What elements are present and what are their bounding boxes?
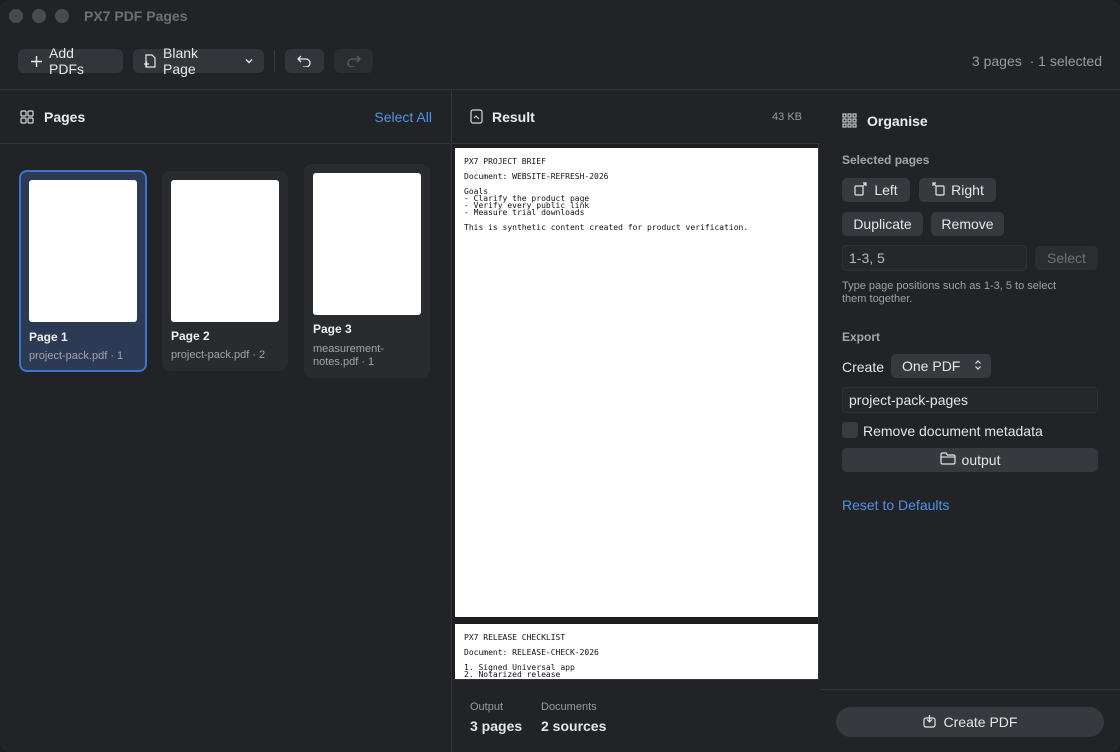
export-icon bbox=[922, 714, 936, 731]
pages-panel-header: Pages Select All bbox=[0, 91, 450, 144]
page-preview bbox=[29, 180, 137, 322]
blank-page-label: Blank Page bbox=[163, 45, 199, 77]
add-pdfs-label: Add PDFs bbox=[49, 45, 84, 77]
remove-metadata-checkbox[interactable] bbox=[842, 422, 858, 438]
result-page-preview: PX7 PROJECT BRIEF Document: WEBSITE-REFR… bbox=[455, 148, 818, 617]
chevron-down-icon[interactable] bbox=[244, 57, 254, 65]
blank-page-button[interactable]: Blank Page bbox=[133, 45, 264, 77]
select-all-link[interactable]: Select All bbox=[374, 109, 432, 125]
page-source-line: notes.pdf · 1 bbox=[313, 356, 375, 368]
output-folder-label: output bbox=[961, 452, 1001, 468]
redo-button[interactable] bbox=[334, 49, 373, 73]
result-summary: Output 3 pages Documents 2 sources bbox=[452, 679, 820, 752]
grid-icon bbox=[20, 110, 34, 127]
app-window: PX7 PDF Pages Add PDFs Blank Page 3 page… bbox=[0, 0, 1120, 752]
zoom-window-button[interactable] bbox=[55, 9, 69, 23]
remove-button[interactable]: Remove bbox=[931, 212, 1004, 236]
rotate-right-button[interactable]: Right bbox=[919, 178, 996, 202]
filename-input[interactable]: project-pack-pages bbox=[842, 387, 1098, 413]
doc-id: Document: RELEASE-CHECK-2026 bbox=[464, 648, 599, 657]
close-window-button[interactable] bbox=[9, 9, 23, 23]
result-title: Result bbox=[492, 109, 535, 125]
toolbar: PX7 PDF Pages Add PDFs Blank Page 3 page… bbox=[0, 0, 1120, 90]
window-title: PX7 PDF Pages bbox=[84, 8, 188, 24]
duplicate-button[interactable]: Duplicate bbox=[842, 212, 923, 236]
page-count: 3 pages bbox=[971, 53, 1022, 69]
blank-page-icon bbox=[143, 53, 157, 69]
page-source: project-pack.pdf · 2 bbox=[171, 349, 266, 361]
create-label: Create bbox=[842, 359, 885, 375]
create-pdf-button[interactable]: Create PDF bbox=[836, 707, 1104, 737]
create-pdf-label: Create PDF bbox=[943, 714, 1018, 730]
doc-line: - Measure trial downloads bbox=[464, 208, 585, 217]
page-source: project-pack.pdf · 1 bbox=[29, 350, 124, 362]
pages-title: Pages bbox=[44, 109, 86, 125]
page-source: measurement- notes.pdf · 1 bbox=[313, 343, 384, 369]
reset-defaults-link[interactable]: Reset to Defaults bbox=[842, 497, 949, 513]
page-thumbnail-3[interactable]: Page 3 measurement- notes.pdf · 1 bbox=[304, 164, 430, 378]
organise-grid-icon bbox=[842, 113, 857, 131]
select-range-button[interactable]: Select bbox=[1035, 246, 1098, 270]
documents-value: 2 sources bbox=[541, 718, 607, 734]
page-label: Page 1 bbox=[29, 330, 68, 344]
page-thumbnail-2[interactable]: Page 2 project-pack.pdf · 2 bbox=[162, 171, 288, 371]
rotate-left-button[interactable]: Left bbox=[842, 178, 910, 202]
rotate-left-icon bbox=[854, 181, 868, 199]
documents-label: Documents bbox=[541, 701, 597, 713]
organise-footer: Create PDF bbox=[820, 689, 1120, 752]
organise-panel: Organise Selected pages Left Right Dupli… bbox=[820, 91, 1120, 752]
folder-icon bbox=[939, 452, 956, 468]
rotate-left-label: Left bbox=[874, 182, 898, 198]
doc-note: This is synthetic content created for pr… bbox=[464, 223, 749, 232]
page-thumbnail-1[interactable]: Page 1 project-pack.pdf · 1 bbox=[19, 170, 147, 372]
file-size: 43 KB bbox=[772, 111, 802, 123]
pages-panel: Pages Select All Page 1 project-pack.pdf… bbox=[0, 91, 450, 752]
undo-icon bbox=[297, 55, 312, 67]
window-controls bbox=[9, 9, 69, 23]
page-range-input[interactable]: 1-3, 5 bbox=[842, 245, 1027, 271]
doc-title: PX7 PROJECT BRIEF bbox=[464, 157, 546, 166]
result-panel-header: Result 43 KB bbox=[452, 91, 820, 144]
doc-title: PX7 RELEASE CHECKLIST bbox=[464, 633, 566, 642]
create-mode-select[interactable]: One PDF bbox=[891, 354, 991, 378]
output-value: 3 pages bbox=[470, 718, 523, 734]
page-label: Page 2 bbox=[171, 329, 210, 343]
output-folder-button[interactable]: output bbox=[842, 448, 1098, 472]
selected-count: · 1 selected bbox=[1029, 53, 1102, 69]
add-pdfs-button[interactable]: Add PDFs bbox=[18, 45, 123, 77]
up-down-chevron-icon bbox=[974, 358, 982, 374]
page-source-line: measurement- bbox=[313, 343, 384, 355]
organise-title: Organise bbox=[867, 113, 928, 129]
export-heading: Export bbox=[842, 330, 881, 344]
page-preview bbox=[171, 180, 279, 322]
remove-metadata-label[interactable]: Remove document metadata bbox=[863, 423, 1043, 439]
page-range-hint: Type page positions such as 1-3, 5 to se… bbox=[842, 280, 1057, 305]
redo-icon bbox=[346, 55, 361, 67]
selection-summary: 3 pages · 1 selected bbox=[972, 53, 1102, 69]
output-label: Output bbox=[470, 701, 504, 713]
minimize-window-button[interactable] bbox=[32, 9, 46, 23]
result-panel: Result 43 KB PX7 PROJECT BRIEF Document:… bbox=[451, 91, 820, 752]
toolbar-divider bbox=[274, 50, 275, 72]
doc-line: 2. Notarized release bbox=[464, 670, 561, 679]
selected-pages-heading: Selected pages bbox=[842, 153, 930, 167]
rotate-right-label: Right bbox=[951, 182, 984, 198]
create-mode-value: One PDF bbox=[902, 358, 961, 374]
rotate-right-icon bbox=[931, 181, 945, 199]
page-label: Page 3 bbox=[313, 322, 352, 336]
doc-id: Document: WEBSITE-REFRESH-2026 bbox=[464, 172, 609, 181]
result-page-preview: PX7 RELEASE CHECKLIST Document: RELEASE-… bbox=[455, 624, 818, 679]
plus-icon bbox=[30, 55, 43, 68]
page-preview bbox=[313, 173, 421, 315]
undo-button[interactable] bbox=[285, 49, 324, 73]
document-icon bbox=[470, 109, 483, 127]
